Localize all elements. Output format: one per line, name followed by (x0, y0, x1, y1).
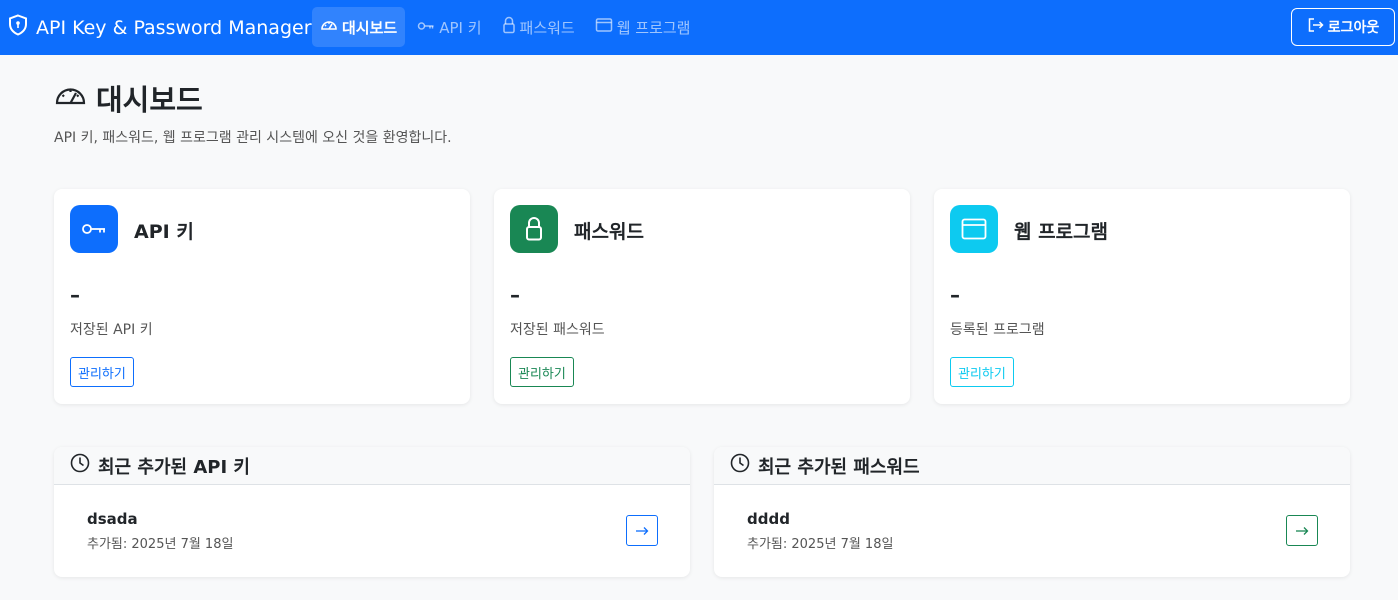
card-count: – (70, 283, 80, 307)
nav-item-dashboard[interactable]: 대시보드 (312, 7, 406, 47)
card-description: 등록된 프로그램 (950, 322, 1045, 338)
logout-label: 로그아웃 (1327, 20, 1380, 36)
arrow-right-icon (1295, 521, 1309, 540)
main-nav: 대시보드 API 키 패스워드 웹 프로그램 (312, 7, 703, 47)
arrow-right-icon (635, 521, 649, 540)
manage-web-programs-button[interactable]: 관리하기 (950, 357, 1014, 387)
lock-icon (502, 16, 520, 38)
shield-icon (8, 14, 36, 41)
panel-title: 최근 추가된 패스워드 (758, 456, 920, 478)
manage-api-keys-button[interactable]: 관리하기 (70, 357, 134, 387)
recent-item-date: 추가됨: 2025년 7월 18일 (747, 537, 894, 552)
panel-header: 최근 추가된 API 키 (54, 447, 690, 485)
clock-icon (730, 453, 758, 478)
nav-item-api-keys[interactable]: API 키 (409, 7, 489, 47)
manage-passwords-button[interactable]: 관리하기 (510, 357, 574, 387)
card-title: 패스워드 (574, 221, 644, 243)
key-icon (417, 18, 439, 36)
open-password-button[interactable] (1286, 515, 1318, 546)
card-description: 저장된 API 키 (70, 322, 153, 338)
api-keys-card: API 키 – 저장된 API 키 관리하기 (54, 189, 470, 404)
window-icon (595, 17, 617, 37)
page-subtitle: API 키, 패스워드, 웹 프로그램 관리 시스템에 오신 것을 환영합니다. (54, 130, 452, 146)
recent-passwords-panel: 최근 추가된 패스워드 dddd 추가됨: 2025년 7월 18일 (714, 447, 1350, 577)
window-icon (950, 205, 998, 253)
nav-item-label: 웹 프로그램 (616, 18, 691, 37)
card-title: API 키 (134, 221, 194, 243)
key-icon (70, 205, 118, 253)
recent-item-name: dsada (87, 510, 138, 528)
card-description: 저장된 패스워드 (510, 322, 605, 338)
open-api-key-button[interactable] (626, 515, 658, 546)
nav-item-label: 패스워드 (519, 18, 575, 37)
top-navbar: API Key & Password Manager 대시보드 API 키 패스… (0, 0, 1398, 55)
brand-title: API Key & Password Manager (36, 16, 312, 39)
nav-item-label: API 키 (439, 18, 482, 37)
panel-title: 최근 추가된 API 키 (98, 456, 250, 478)
page-title-text: 대시보드 (96, 83, 203, 117)
speedometer-icon (320, 17, 342, 37)
recent-api-keys-panel: 최근 추가된 API 키 dsada 추가됨: 2025년 7월 18일 (54, 447, 690, 577)
logout-icon (1307, 17, 1328, 37)
nav-item-passwords[interactable]: 패스워드 (494, 7, 583, 47)
logout-button[interactable]: 로그아웃 (1291, 8, 1395, 46)
card-count: – (950, 283, 960, 307)
recent-item-date: 추가됨: 2025년 7월 18일 (87, 537, 234, 552)
speedometer-icon (54, 81, 96, 116)
card-count: – (510, 283, 520, 307)
nav-item-label: 대시보드 (342, 18, 398, 37)
brand[interactable]: API Key & Password Manager (8, 0, 312, 55)
nav-item-web-programs[interactable]: 웹 프로그램 (587, 7, 699, 47)
web-programs-card: 웹 프로그램 – 등록된 프로그램 관리하기 (934, 189, 1350, 404)
lock-icon (510, 205, 558, 253)
passwords-card: 패스워드 – 저장된 패스워드 관리하기 (494, 189, 910, 404)
page-title: 대시보드 (54, 78, 203, 118)
panel-header: 최근 추가된 패스워드 (714, 447, 1350, 485)
card-title: 웹 프로그램 (1014, 221, 1109, 243)
clock-icon (70, 453, 98, 478)
recent-item-name: dddd (747, 510, 790, 528)
